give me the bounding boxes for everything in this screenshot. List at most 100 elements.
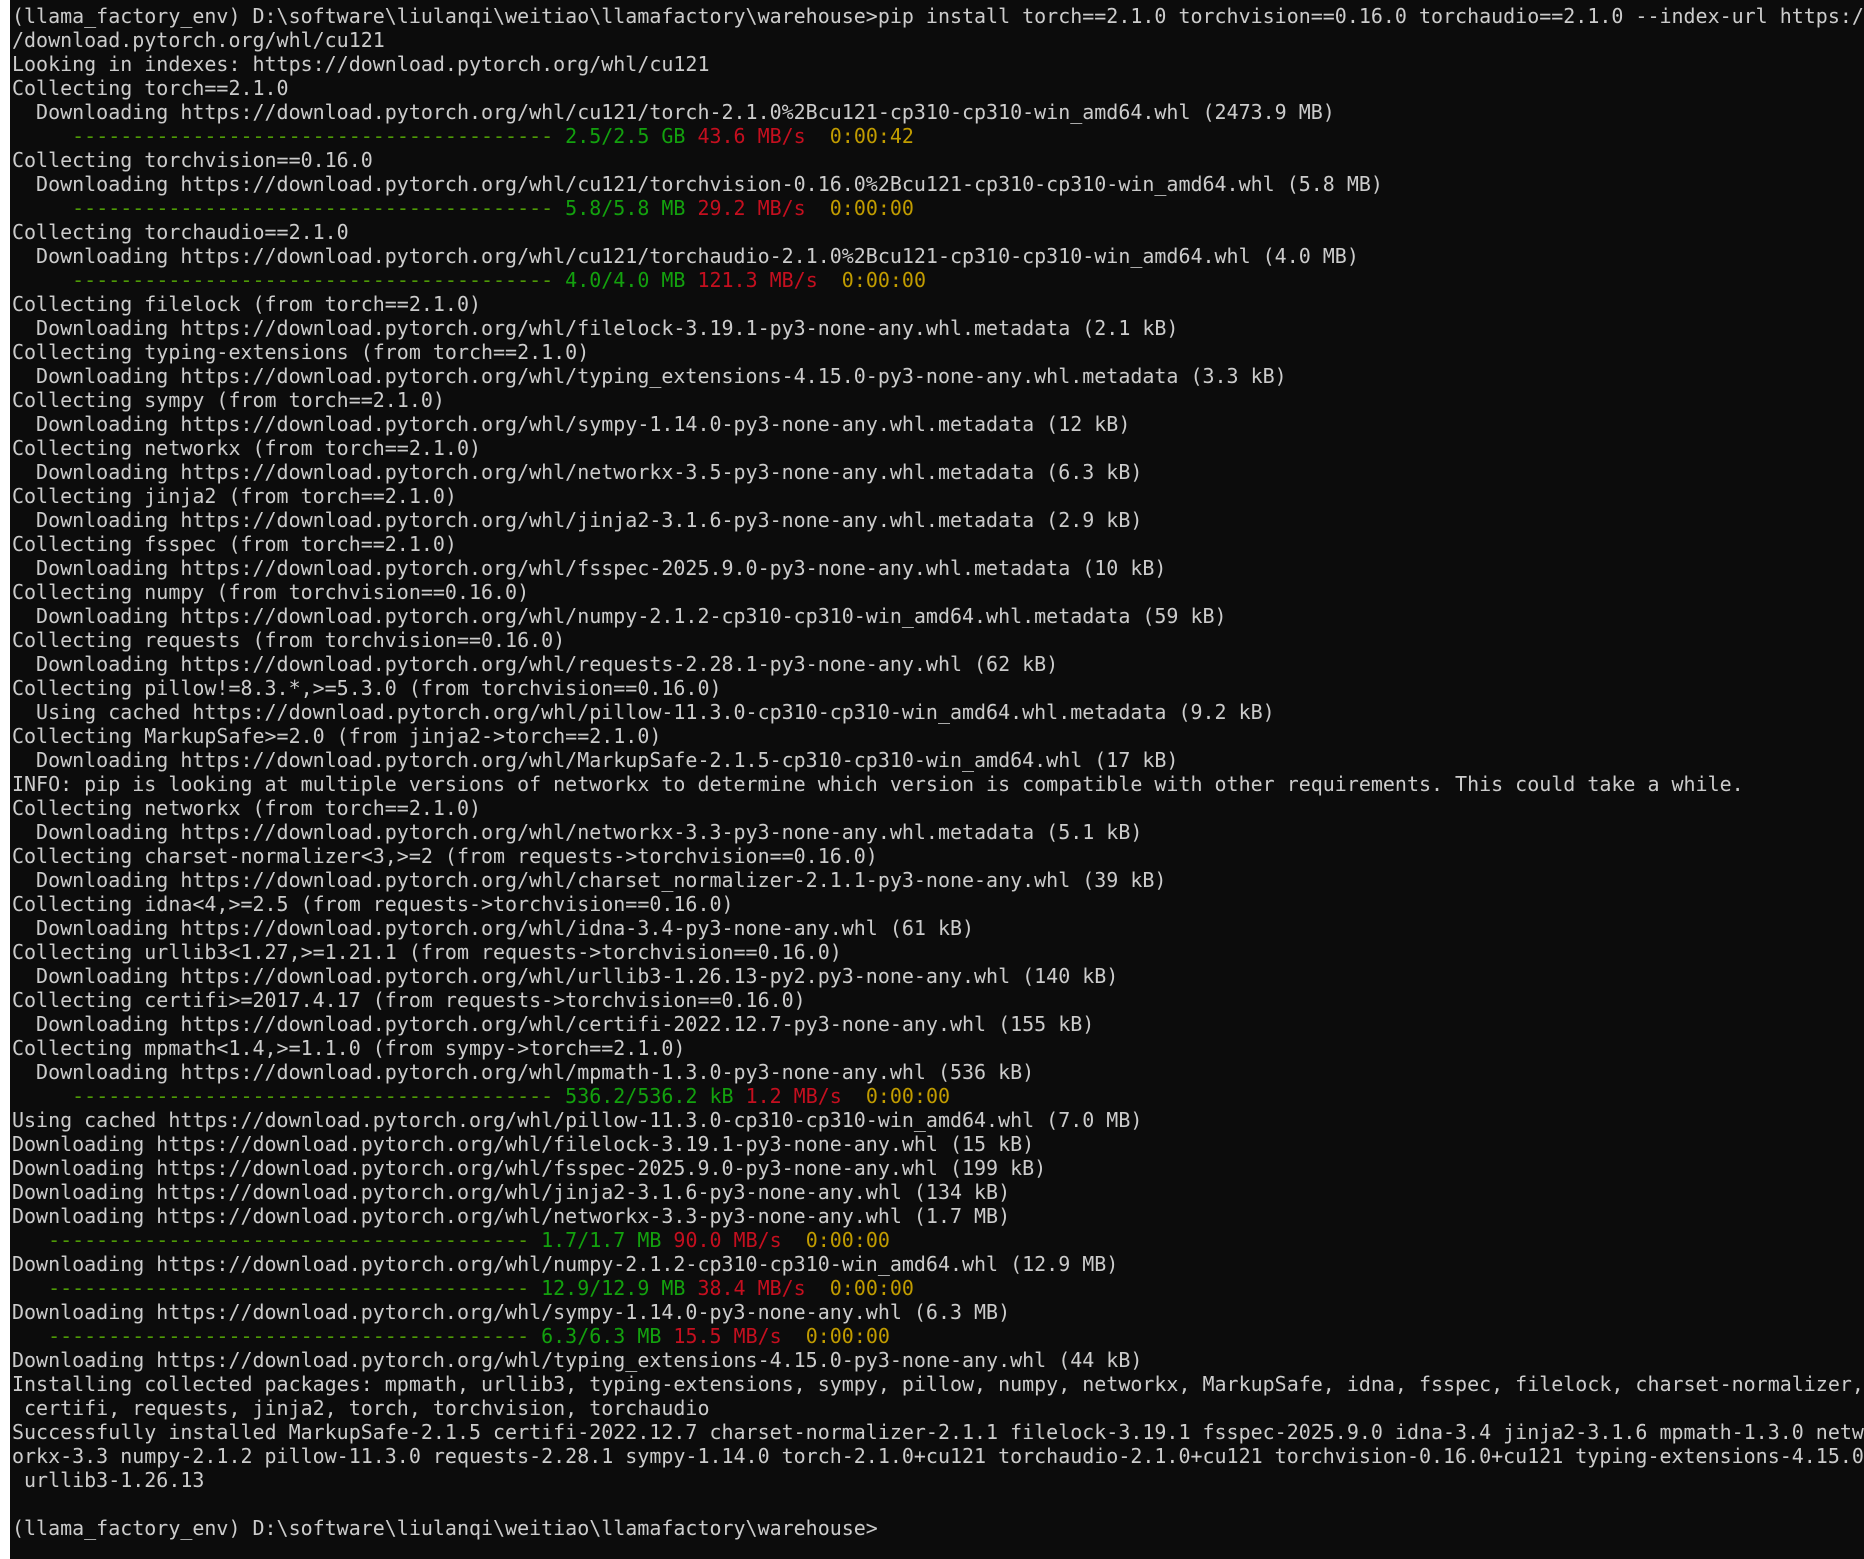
command-prompt-line[interactable]: (llama_factory_env) D:\software\liulanqi… xyxy=(12,1516,1862,1540)
output-line: Collecting fsspec (from torch==2.1.0) xyxy=(12,532,457,556)
progress-line: ----------------------------------------… xyxy=(12,1324,1862,1348)
progress-bar: ---------------------------------------- xyxy=(72,1084,554,1108)
progress-eta: 0:00:00 xyxy=(805,1228,890,1252)
terminal-output: (llama_factory_env) D:\software\liulanqi… xyxy=(12,4,1864,1540)
output-line: Using cached https://download.pytorch.or… xyxy=(12,1108,1143,1132)
progress-done: 12.9/12.9 MB xyxy=(541,1276,686,1300)
progress-eta: 0:00:00 xyxy=(829,196,914,220)
progress-indent xyxy=(12,124,72,148)
progress-bar: ---------------------------------------- xyxy=(72,268,554,292)
output-line: Downloading https://download.pytorch.org… xyxy=(12,868,1167,892)
output-line: Collecting torch==2.1.0 xyxy=(12,76,289,100)
output-line: Downloading https://download.pytorch.org… xyxy=(12,460,1143,484)
output-line: Downloading https://download.pytorch.org… xyxy=(12,172,1383,196)
output-line: Downloading https://download.pytorch.org… xyxy=(12,916,975,940)
progress-line: ----------------------------------------… xyxy=(12,124,1862,148)
output-line: Collecting torchvision==0.16.0 xyxy=(12,148,373,172)
progress-done: 6.3/6.3 MB xyxy=(541,1324,662,1348)
output-line: Downloading https://download.pytorch.org… xyxy=(12,1132,1035,1156)
progress-line: ----------------------------------------… xyxy=(12,268,1862,292)
progress-indent xyxy=(12,196,72,220)
output-line: Collecting filelock (from torch==2.1.0) xyxy=(12,292,481,316)
output-line: Downloading https://download.pytorch.org… xyxy=(12,1180,1011,1204)
output-line: Collecting typing-extensions (from torch… xyxy=(12,340,590,364)
progress-indent xyxy=(12,1084,72,1108)
progress-bar: ---------------------------------------- xyxy=(48,1324,530,1348)
output-line: Collecting MarkupSafe>=2.0 (from jinja2-… xyxy=(12,724,662,748)
progress-rate: 43.6 MB/s xyxy=(697,124,806,148)
progress-line: ----------------------------------------… xyxy=(12,1084,1862,1108)
output-line: Collecting numpy (from torchvision==0.16… xyxy=(12,580,530,604)
output-line: Downloading https://download.pytorch.org… xyxy=(12,1300,1011,1324)
output-line: Downloading https://download.pytorch.org… xyxy=(12,1252,1119,1276)
progress-bar: ---------------------------------------- xyxy=(48,1228,530,1252)
output-line: Collecting pillow!=8.3.*,>=5.3.0 (from t… xyxy=(12,676,722,700)
output-line: Downloading https://download.pytorch.org… xyxy=(12,508,1143,532)
output-line: Downloading https://download.pytorch.org… xyxy=(12,244,1359,268)
progress-rate: 1.2 MB/s xyxy=(745,1084,842,1108)
terminal-window[interactable]: (llama_factory_env) D:\software\liulanqi… xyxy=(10,0,1864,1559)
output-line: Downloading https://download.pytorch.org… xyxy=(12,1348,1143,1372)
output-line: Collecting networkx (from torch==2.1.0) xyxy=(12,436,481,460)
output-line: Collecting charset-normalizer<3,>=2 (fro… xyxy=(12,844,878,868)
output-line: urllib3-1.26.13 xyxy=(12,1468,205,1492)
output-line: Downloading https://download.pytorch.org… xyxy=(12,556,1167,580)
output-line: /download.pytorch.org/whl/cu121 xyxy=(12,28,385,52)
progress-rate: 90.0 MB/s xyxy=(673,1228,782,1252)
progress-line: ----------------------------------------… xyxy=(12,196,1862,220)
output-line: Downloading https://download.pytorch.org… xyxy=(12,604,1227,628)
output-line: Downloading https://download.pytorch.org… xyxy=(12,100,1335,124)
progress-eta: 0:00:42 xyxy=(829,124,914,148)
output-line: Collecting mpmath<1.4,>=1.1.0 (from symp… xyxy=(12,1036,686,1060)
output-line: Collecting networkx (from torch==2.1.0) xyxy=(12,796,481,820)
progress-done: 1.7/1.7 MB xyxy=(541,1228,662,1252)
progress-eta: 0:00:00 xyxy=(865,1084,951,1108)
output-line: Collecting jinja2 (from torch==2.1.0) xyxy=(12,484,457,508)
output-line: Collecting sympy (from torch==2.1.0) xyxy=(12,388,445,412)
output-line: Using cached https://download.pytorch.or… xyxy=(12,700,1275,724)
progress-bar: ---------------------------------------- xyxy=(48,1276,530,1300)
progress-bar: ---------------------------------------- xyxy=(72,196,554,220)
output-line: Downloading https://download.pytorch.org… xyxy=(12,316,1179,340)
output-line: Downloading https://download.pytorch.org… xyxy=(12,1060,1035,1084)
progress-bar: ---------------------------------------- xyxy=(72,124,554,148)
output-line: Downloading https://download.pytorch.org… xyxy=(12,1012,1095,1036)
output-line: Collecting idna<4,>=2.5 (from requests->… xyxy=(12,892,734,916)
output-line: Installing collected packages: mpmath, u… xyxy=(12,1372,1864,1396)
output-line: orkx-3.3 numpy-2.1.2 pillow-11.3.0 reque… xyxy=(12,1444,1864,1468)
output-line: Downloading https://download.pytorch.org… xyxy=(12,652,1059,676)
progress-rate: 121.3 MB/s xyxy=(697,268,818,292)
progress-rate: 29.2 MB/s xyxy=(697,196,806,220)
output-line: Downloading https://download.pytorch.org… xyxy=(12,964,1119,988)
output-line: certifi, requests, jinja2, torch, torchv… xyxy=(12,1396,710,1420)
output-line: Downloading https://download.pytorch.org… xyxy=(12,748,1179,772)
progress-indent xyxy=(12,1324,48,1348)
progress-done: 4.0/4.0 MB xyxy=(565,268,686,292)
progress-eta: 0:00:00 xyxy=(829,1276,914,1300)
output-line: (llama_factory_env) D:\software\liulanqi… xyxy=(12,4,1864,28)
output-line: INFO: pip is looking at multiple version… xyxy=(12,772,1744,796)
output-line: Downloading https://download.pytorch.org… xyxy=(12,1156,1047,1180)
output-line: Downloading https://download.pytorch.org… xyxy=(12,412,1131,436)
output-line: Collecting urllib3<1.27,>=1.21.1 (from r… xyxy=(12,940,842,964)
progress-line: ----------------------------------------… xyxy=(12,1276,1862,1300)
output-line: Downloading https://download.pytorch.org… xyxy=(12,364,1287,388)
output-line: Looking in indexes: https://download.pyt… xyxy=(12,52,710,76)
progress-done: 536.2/536.2 kB xyxy=(565,1084,734,1108)
progress-rate: 38.4 MB/s xyxy=(697,1276,806,1300)
output-line: Collecting torchaudio==2.1.0 xyxy=(12,220,349,244)
output-line: Downloading https://download.pytorch.org… xyxy=(12,1204,1011,1228)
progress-indent xyxy=(12,1228,48,1252)
output-line: Downloading https://download.pytorch.org… xyxy=(12,820,1143,844)
output-line: Collecting certifi>=2017.4.17 (from requ… xyxy=(12,988,806,1012)
progress-indent xyxy=(12,1276,48,1300)
progress-eta: 0:00:00 xyxy=(805,1324,890,1348)
progress-done: 5.8/5.8 MB xyxy=(565,196,686,220)
output-line: Collecting requests (from torchvision==0… xyxy=(12,628,566,652)
progress-eta: 0:00:00 xyxy=(841,268,926,292)
progress-indent xyxy=(12,268,72,292)
output-line: Successfully installed MarkupSafe-2.1.5 … xyxy=(12,1420,1864,1444)
progress-rate: 15.5 MB/s xyxy=(673,1324,782,1348)
progress-line: ----------------------------------------… xyxy=(12,1228,1862,1252)
